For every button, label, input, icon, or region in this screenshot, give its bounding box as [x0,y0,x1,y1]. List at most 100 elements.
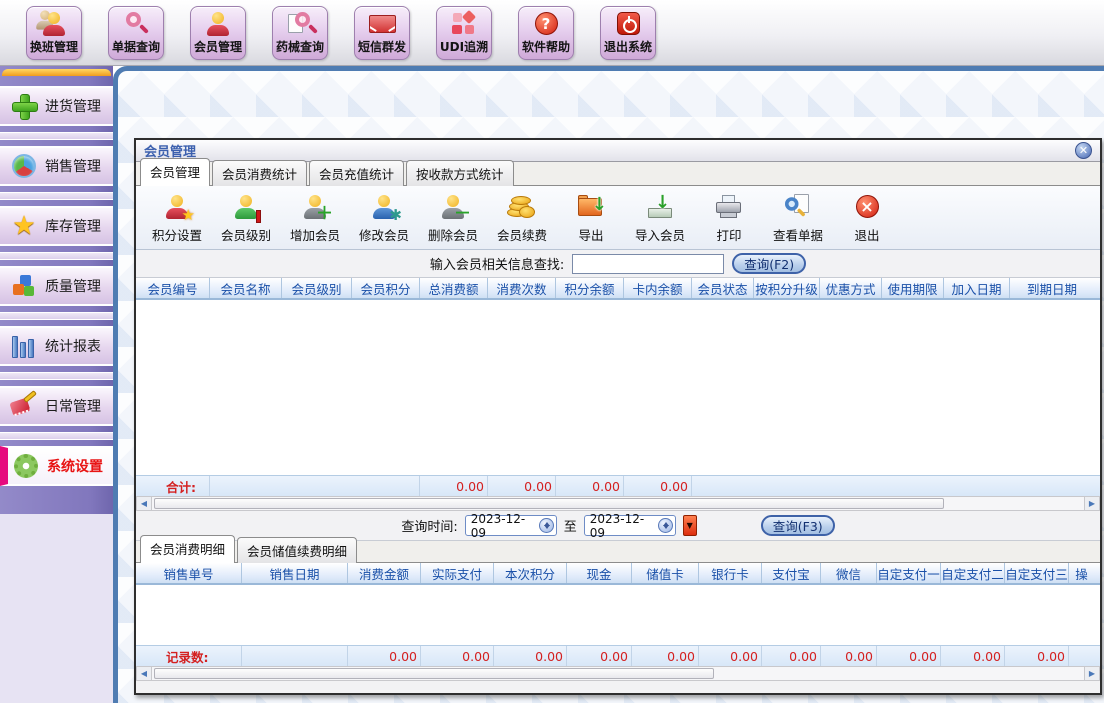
column-header[interactable]: 银行卡 [699,563,762,583]
sidebar-item-purchase[interactable]: 进货管理 [0,86,113,126]
scroll-left-icon[interactable]: ◀ [137,497,152,510]
sidebar-item-sales[interactable]: 销售管理 [0,146,113,186]
sidebar-item-inventory[interactable]: ★ 库存管理 [0,206,113,246]
tab-member-management[interactable]: 会员管理 [140,158,210,186]
date-spinner-icon[interactable] [658,518,673,533]
toolbar-button-label: 查看单据 [773,225,823,244]
top-button-software-help[interactable]: ? 软件帮助 [518,6,574,60]
column-header[interactable]: 积分余额 [556,278,624,298]
sidebar-divider [0,132,113,140]
scrollbar-thumb[interactable] [154,668,714,679]
column-header[interactable]: 自定支付一 [877,563,941,583]
sidebar-item-label: 库存管理 [45,216,101,236]
records-cell [1069,646,1094,666]
window-tabs: 会员管理 会员消费统计 会员充值统计 按收款方式统计 [136,162,1100,186]
toolbar-button-label: 积分设置 [152,225,202,244]
top-button-sms-broadcast[interactable]: 短信群发 [354,6,410,60]
window-titlebar: 会员管理 ✕ [136,140,1100,162]
totals-cell [210,476,282,496]
exit-button[interactable]: × 退出 [836,189,898,247]
sidebar-item-system-settings[interactable]: 系统设置 [0,446,113,486]
query-f3-button[interactable]: 查询(F3) [761,515,835,536]
export-button[interactable]: ↓ 导出 [560,189,622,247]
column-header[interactable]: 现金 [567,563,632,583]
main-content-area: 会员管理 ✕ 会员管理 会员消费统计 会员充值统计 按收款方式统计 ★ 积分设置 [113,66,1104,703]
member-table-body[interactable] [136,300,1100,475]
sidebar-item-label: 统计报表 [45,336,101,356]
column-header[interactable]: 会员编号 [136,278,210,298]
date-from-picker[interactable]: 2023-12-09 [465,515,557,536]
view-receipt-button[interactable]: 查看单据 [767,189,829,247]
tab-consumption-detail[interactable]: 会员消费明细 [140,535,235,563]
scroll-right-icon[interactable]: ▶ [1084,497,1099,510]
column-header[interactable]: 消费次数 [488,278,556,298]
delete-member-button[interactable]: － 删除会员 [422,189,484,247]
tab-payment-method-stats[interactable]: 按收款方式统计 [406,160,514,186]
exit-circle-icon: × [849,192,885,222]
column-header[interactable]: 会员名称 [210,278,282,298]
view-document-icon [780,192,816,222]
print-button[interactable]: 打印 [698,189,760,247]
column-header[interactable]: 会员级别 [282,278,352,298]
column-header[interactable]: 会员状态 [692,278,754,298]
column-header[interactable]: 销售单号 [136,563,242,583]
column-header[interactable]: 本次积分 [494,563,567,583]
column-header[interactable]: 自定支付三 [1005,563,1069,583]
totals-cell [352,476,420,496]
top-button-shift-management[interactable]: 换班管理 [26,6,82,60]
scroll-right-icon[interactable]: ▶ [1084,667,1099,680]
points-settings-button[interactable]: ★ 积分设置 [146,189,208,247]
tab-stored-value-renewal-detail[interactable]: 会员储值续费明细 [237,537,357,563]
member-search-input[interactable] [572,254,724,274]
column-header[interactable]: 卡内余额 [624,278,692,298]
tab-recharge-stats[interactable]: 会员充值统计 [309,160,404,186]
top-toolbar: 换班管理 单据查询 会员管理 药械查询 短信群发 UDI追溯 ? 软件帮助 [0,0,1104,66]
column-header[interactable]: 销售日期 [242,563,348,583]
sidebar-item-statistics[interactable]: 统计报表 [0,326,113,366]
edit-member-button[interactable]: ✱ 修改会员 [353,189,415,247]
column-header[interactable]: 优惠方式 [820,278,882,298]
sidebar-item-quality[interactable]: 质量管理 [0,266,113,306]
green-plus-icon [10,93,38,119]
member-table-hscrollbar[interactable]: ◀ ▶ [136,496,1100,511]
import-members-button[interactable]: ↓ 导入会员 [629,189,691,247]
member-renewal-button[interactable]: 会员续费 [491,189,553,247]
coins-icon [504,192,540,222]
top-button-receipt-query[interactable]: 单据查询 [108,6,164,60]
column-header[interactable]: 会员积分 [352,278,420,298]
toolbar-button-label: 导入会员 [635,225,685,244]
tab-consumption-stats[interactable]: 会员消费统计 [212,160,307,186]
column-header[interactable]: 按积分升级 [754,278,820,298]
sidebar-item-label: 系统设置 [47,456,103,476]
top-button-exit-system[interactable]: 退出系统 [600,6,656,60]
column-header[interactable]: 自定支付二 [941,563,1005,583]
date-to-picker[interactable]: 2023-12-09 [584,515,676,536]
window-toolbar: ★ 积分设置 会员级别 ＋ 增加会员 [136,186,1100,250]
top-button-member-management[interactable]: 会员管理 [190,6,246,60]
date-spinner-icon[interactable] [539,518,554,533]
search-f2-button[interactable]: 查询(F2) [732,253,806,274]
query-time-label: 查询时间: [401,516,457,535]
records-cell: 0.00 [421,646,494,666]
top-button-medicine-query[interactable]: 药械查询 [272,6,328,60]
column-header[interactable]: 操 [1069,563,1094,583]
scrollbar-thumb[interactable] [154,498,944,509]
column-header[interactable]: 支付宝 [762,563,821,583]
column-header[interactable]: 使用期限 [882,278,944,298]
column-header[interactable]: 到期日期 [1010,278,1094,298]
column-header[interactable]: 微信 [821,563,877,583]
column-header[interactable]: 实际支付 [421,563,494,583]
scroll-left-icon[interactable]: ◀ [137,667,152,680]
member-level-button[interactable]: 会员级别 [215,189,277,247]
column-header[interactable]: 消费金额 [348,563,421,583]
close-icon[interactable]: ✕ [1075,142,1092,159]
column-header[interactable]: 总消费额 [420,278,488,298]
column-header[interactable]: 储值卡 [632,563,699,583]
detail-table-body[interactable] [136,585,1100,645]
add-member-button[interactable]: ＋ 增加会员 [284,189,346,247]
sidebar-item-daily[interactable]: 日常管理 [0,386,113,426]
detail-table-hscrollbar[interactable]: ◀ ▶ [136,666,1100,681]
date-dropdown-button[interactable]: ▼ [683,515,697,536]
column-header[interactable]: 加入日期 [944,278,1010,298]
top-button-udi-trace[interactable]: UDI追溯 [436,6,492,60]
